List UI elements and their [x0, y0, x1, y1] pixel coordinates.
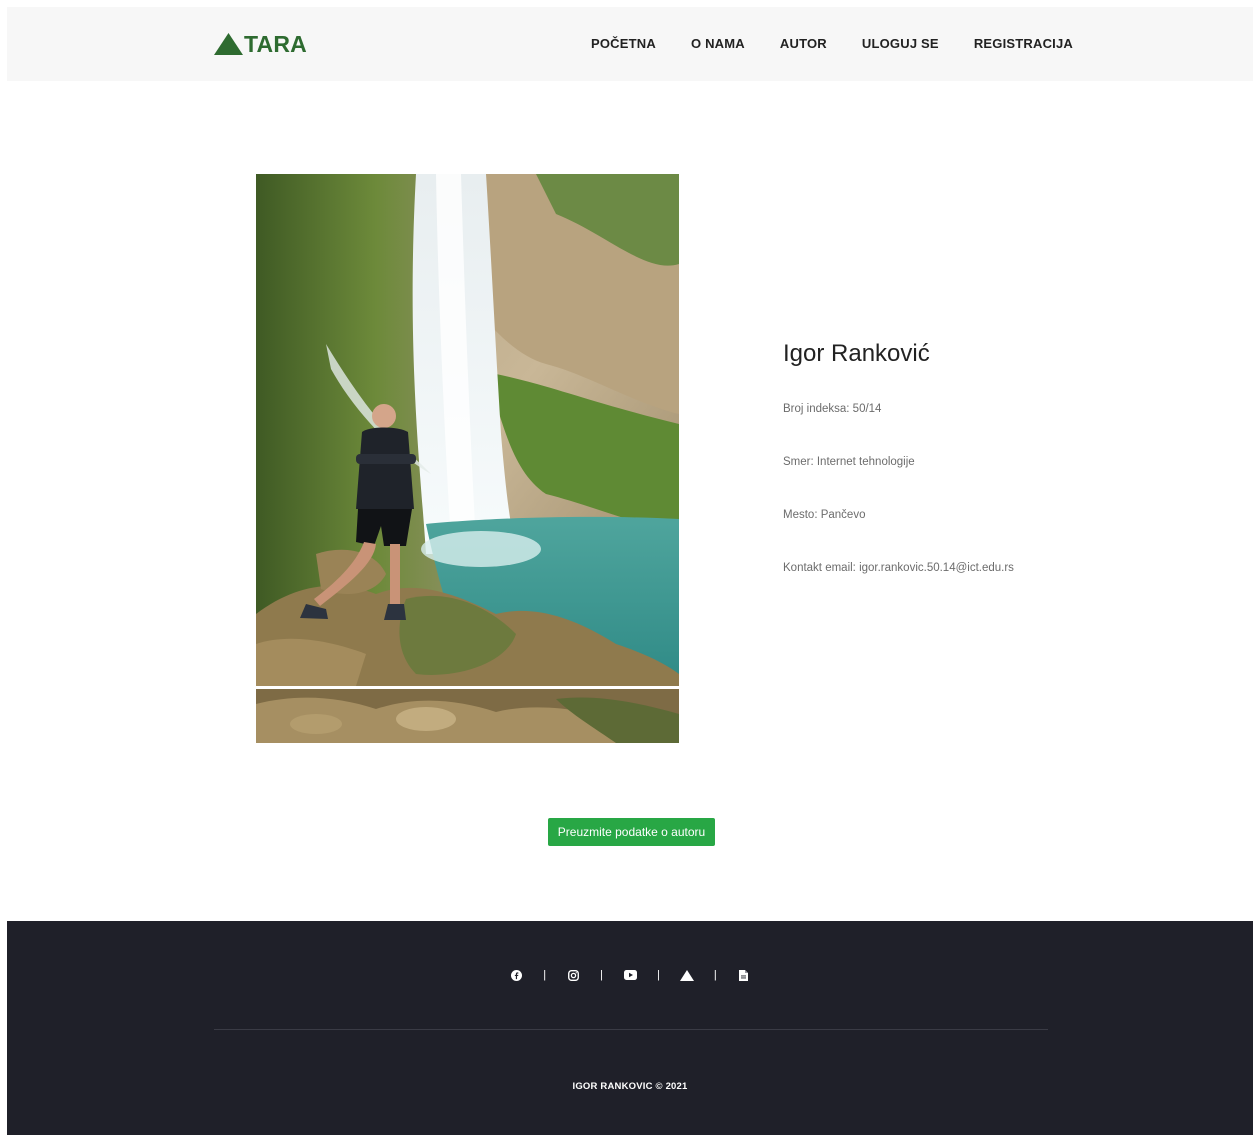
- separator: |: [543, 969, 547, 981]
- main-nav: POČETNA O NAMA AUTOR ULOGUJ SE REGISTRAC…: [591, 36, 1108, 52]
- social-links: | | | |: [7, 968, 1253, 982]
- youtube-icon[interactable]: [623, 968, 637, 982]
- separator: |: [657, 969, 660, 981]
- author-photo: [256, 174, 679, 743]
- author-index: Broj indeksa: 50/14: [783, 403, 882, 415]
- download-author-data-button[interactable]: Preuzmite podatke o autoru: [548, 818, 715, 846]
- nav-item-o-nama[interactable]: O NAMA: [691, 36, 745, 52]
- document-icon[interactable]: [737, 968, 751, 982]
- mountain-icon[interactable]: [679, 968, 694, 982]
- author-info: Igor Ranković Broj indeksa: 50/14 Smer: …: [783, 340, 1083, 574]
- site-header: TARA POČETNA O NAMA AUTOR ULOGUJ SE REGI…: [7, 7, 1253, 81]
- author-name: Igor Ranković: [783, 340, 930, 367]
- nav-item-registracija[interactable]: REGISTRACIJA: [974, 36, 1073, 52]
- author-major: Smer: Internet tehnologije: [783, 456, 915, 468]
- instagram-icon[interactable]: [566, 968, 580, 982]
- page: TARA POČETNA O NAMA AUTOR ULOGUJ SE REGI…: [0, 0, 1253, 1135]
- nav-item-autor[interactable]: AUTOR: [780, 36, 827, 52]
- author-email: Kontakt email: igor.rankovic.50.14@ict.e…: [783, 562, 1014, 574]
- footer-divider: [214, 1029, 1048, 1030]
- nav-item-uloguj-se[interactable]: ULOGUJ SE: [862, 36, 939, 52]
- copyright-text: IGOR RANKOVIC © 2021: [572, 1081, 688, 1092]
- author-city: Mesto: Pančevo: [783, 509, 866, 521]
- separator: |: [600, 969, 603, 981]
- logo-text: TARA: [244, 31, 307, 57]
- mountain-logo-icon: [214, 33, 243, 55]
- nav-item-pocetna[interactable]: POČETNA: [591, 36, 656, 52]
- logo-link[interactable]: TARA: [214, 31, 307, 57]
- site-footer: | | | | IGOR RANKOVIC © 2021: [7, 921, 1253, 1135]
- separator: |: [713, 969, 717, 981]
- facebook-icon[interactable]: [509, 968, 523, 982]
